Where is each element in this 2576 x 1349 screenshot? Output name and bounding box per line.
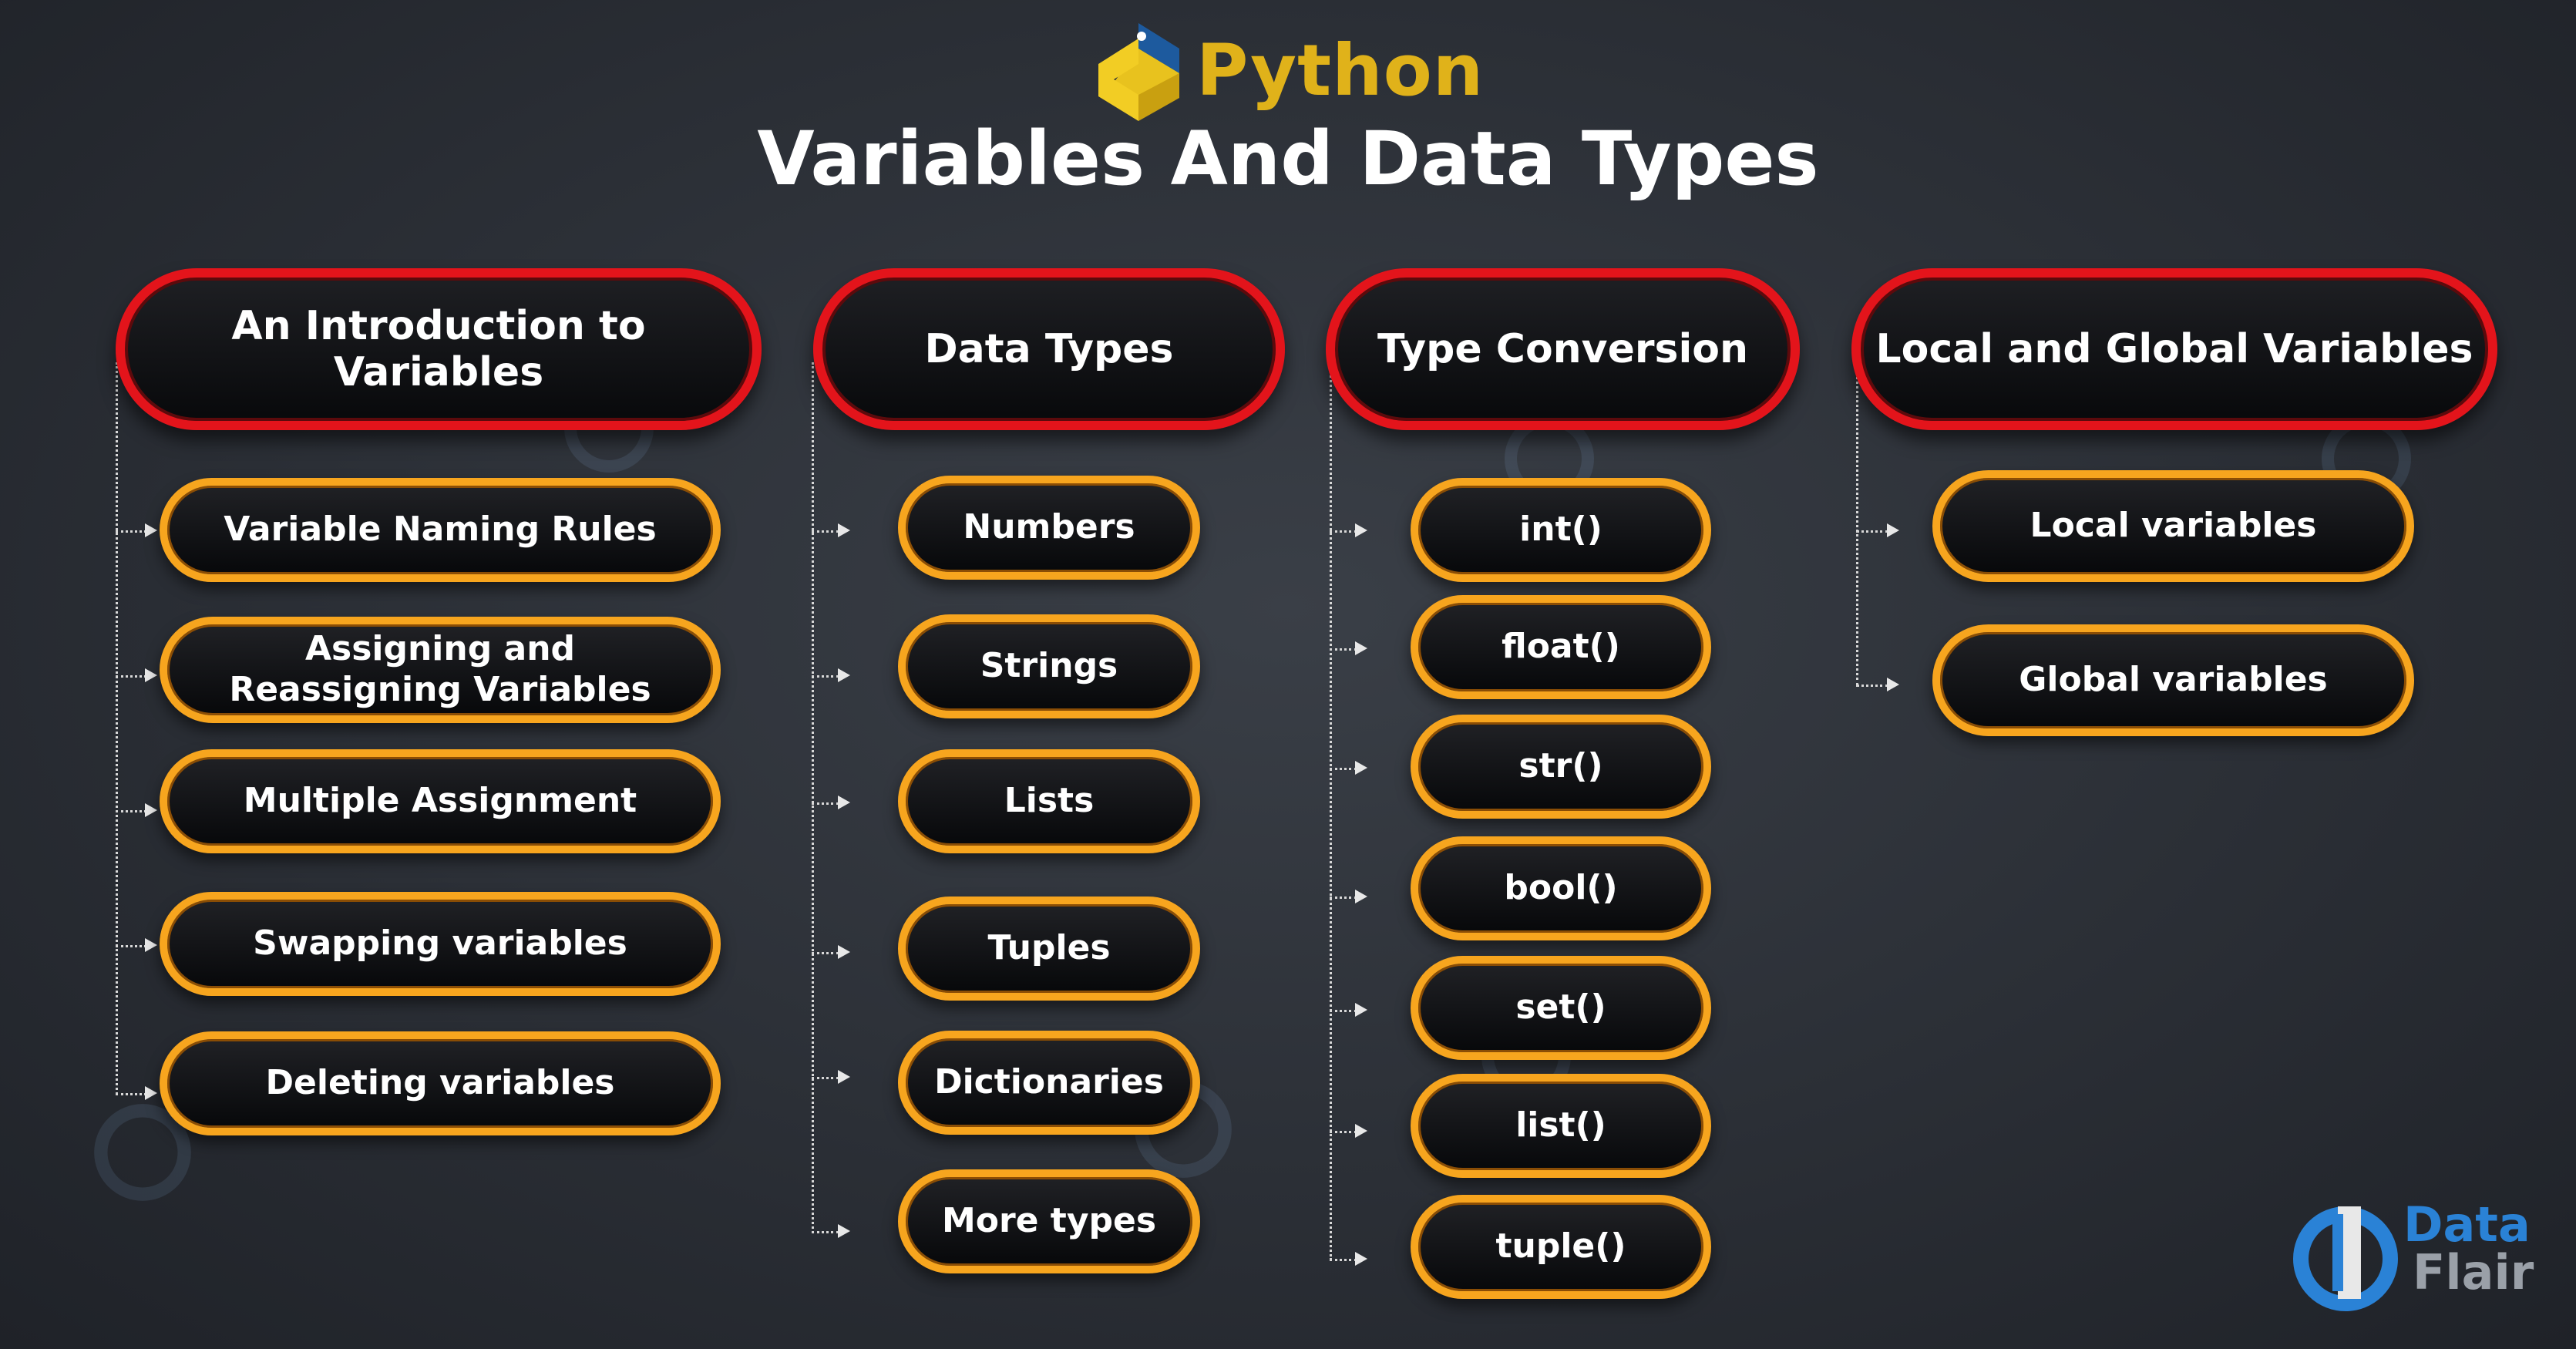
item-swapping-variables: Swapping variables — [160, 892, 721, 996]
arrow-icon — [838, 668, 850, 682]
arrow-icon — [1355, 641, 1367, 655]
connector-branch — [116, 1093, 146, 1095]
connector-trunk — [1856, 362, 1858, 686]
item-strings: Strings — [898, 614, 1200, 718]
arrow-icon — [1355, 523, 1367, 537]
connector-branch — [1330, 530, 1357, 533]
arrow-icon — [1887, 523, 1899, 537]
item-deleting-variables: Deleting variables — [160, 1031, 721, 1135]
arrow-icon — [838, 1224, 850, 1238]
arrow-icon — [145, 523, 157, 537]
dataflair-brand: Data Flair — [2403, 1201, 2534, 1297]
connector-branch — [812, 1231, 839, 1233]
arrow-icon — [1887, 678, 1899, 691]
connector-branch — [116, 675, 146, 678]
connector-branch — [1330, 1010, 1357, 1012]
connector-branch — [1330, 1131, 1357, 1133]
connector-branch — [1856, 685, 1888, 687]
item-set: set() — [1411, 956, 1711, 1060]
connector-trunk — [116, 362, 118, 1095]
arrow-icon — [838, 523, 850, 537]
connector-branch — [1330, 897, 1357, 899]
item-assigning-reassigning: Assigning and Reassigning Variables — [160, 617, 721, 723]
arrow-icon — [145, 803, 157, 817]
arrow-icon — [1355, 1252, 1367, 1266]
arrow-icon — [838, 1070, 850, 1084]
arrow-icon — [1355, 1003, 1367, 1017]
dataflair-word-flair: Flair — [2413, 1244, 2534, 1300]
connector-branch — [1330, 1259, 1357, 1261]
connector-branch — [812, 952, 839, 954]
item-float: float() — [1411, 595, 1711, 699]
connector-branch — [812, 802, 839, 805]
connector-branch — [1856, 530, 1888, 533]
item-int: int() — [1411, 478, 1711, 582]
item-local-variables: Local variables — [1932, 470, 2414, 582]
item-variable-naming-rules: Variable Naming Rules — [160, 478, 721, 582]
item-numbers: Numbers — [898, 476, 1200, 580]
dataflair-logo-icon — [2293, 1206, 2398, 1311]
connector-branch — [1330, 768, 1357, 770]
heading-data-types: Data Types — [813, 268, 1285, 430]
item-list: list() — [1411, 1074, 1711, 1178]
item-lists: Lists — [898, 749, 1200, 853]
connector-branch — [116, 810, 146, 812]
arrow-icon — [145, 668, 157, 682]
connector-branch — [1330, 648, 1357, 651]
connector-branch — [116, 530, 146, 533]
arrow-icon — [1355, 761, 1367, 775]
item-global-variables: Global variables — [1932, 624, 2414, 736]
item-multiple-assignment: Multiple Assignment — [160, 749, 721, 853]
python-logo-icon — [1098, 23, 1179, 121]
item-more-types: More types — [898, 1169, 1200, 1273]
connector-branch — [812, 675, 839, 678]
arrow-icon — [145, 1086, 157, 1100]
heading-local-global-variables: Local and Global Variables — [1851, 268, 2497, 430]
item-str: str() — [1411, 715, 1711, 819]
item-tuple: tuple() — [1411, 1195, 1711, 1299]
arrow-icon — [838, 796, 850, 809]
header: Python Variables And Data Types — [0, 0, 2576, 231]
page-title: Variables And Data Types — [757, 116, 1819, 202]
heading-intro-variables: An Introduction to Variables — [116, 268, 762, 430]
connector-trunk — [812, 362, 814, 1233]
arrow-icon — [1355, 890, 1367, 903]
connector-trunk — [1330, 362, 1332, 1260]
arrow-icon — [838, 945, 850, 959]
connector-branch — [116, 945, 146, 947]
python-brand-text: Python — [1196, 29, 1485, 112]
item-bool: bool() — [1411, 836, 1711, 940]
connector-branch — [812, 1077, 839, 1079]
arrow-icon — [145, 938, 157, 952]
item-dictionaries: Dictionaries — [898, 1031, 1200, 1135]
item-tuples: Tuples — [898, 897, 1200, 1001]
arrow-icon — [1355, 1124, 1367, 1138]
connector-branch — [812, 530, 839, 533]
heading-type-conversion: Type Conversion — [1326, 268, 1800, 430]
